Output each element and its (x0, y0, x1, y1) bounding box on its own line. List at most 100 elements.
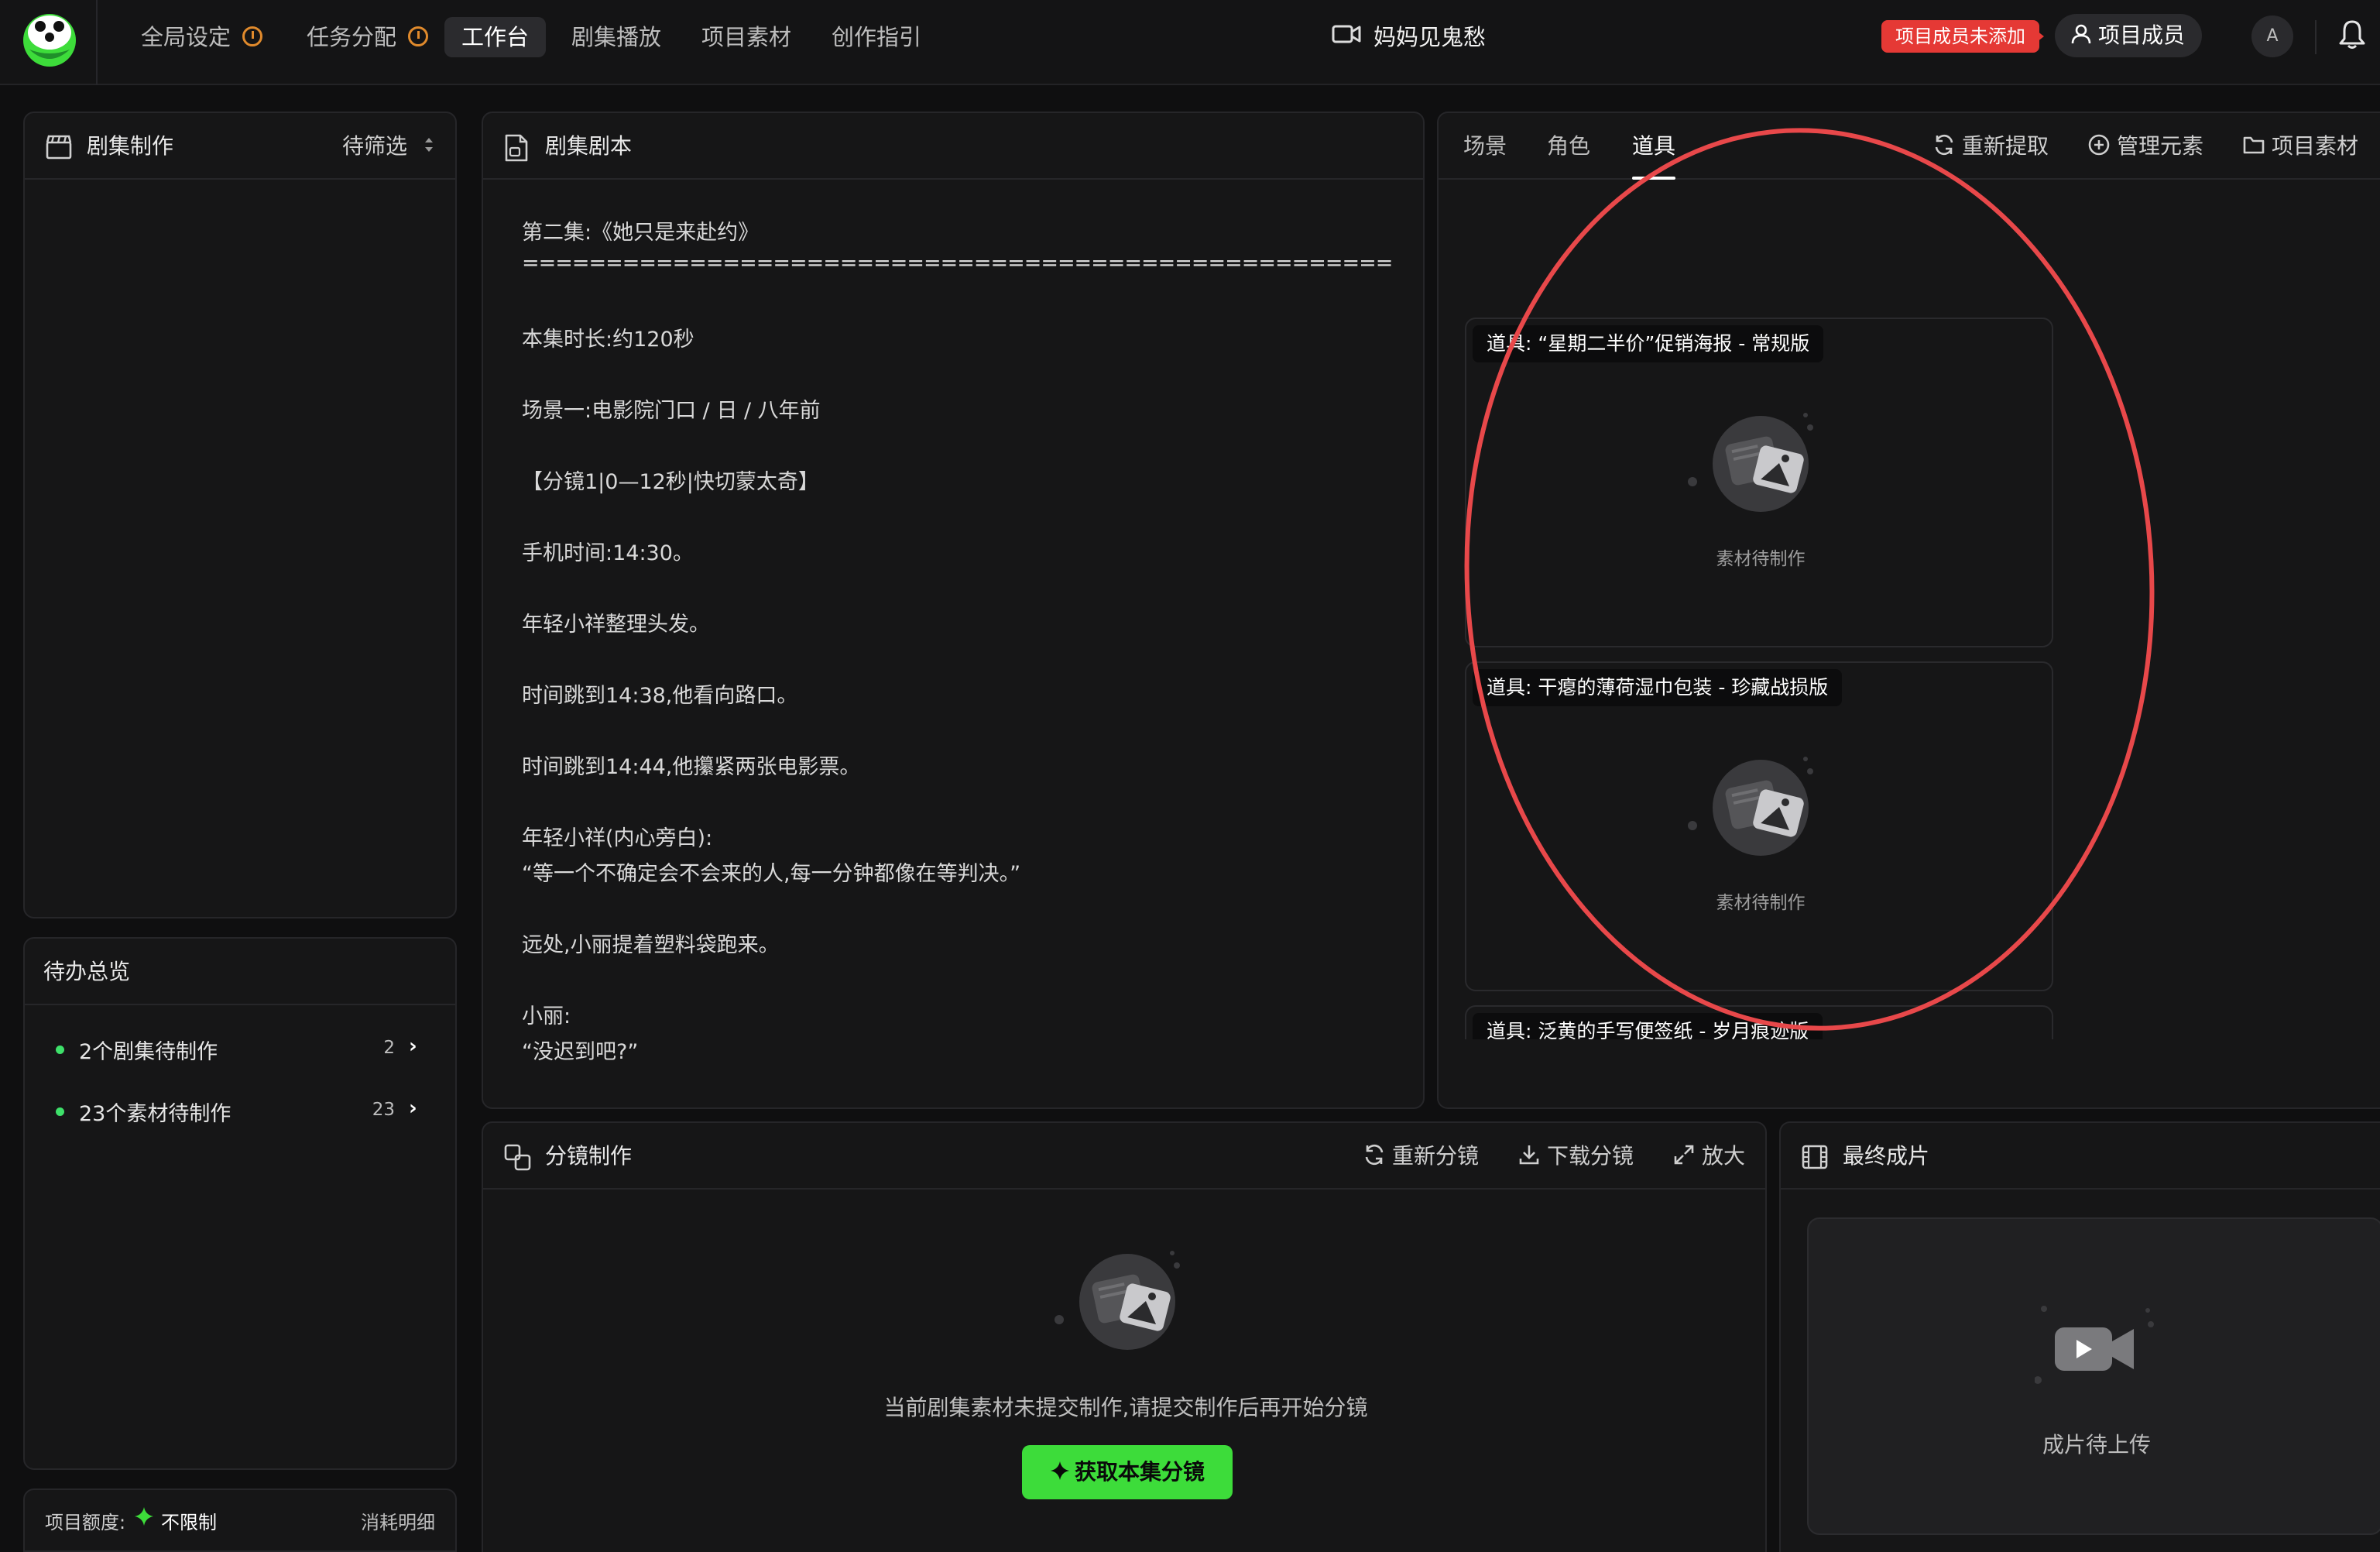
prop-label: 道具: 干瘪的薄荷湿巾包装 - 珍藏战损版 (1473, 669, 1843, 706)
nav-episode-playback-label: 剧集播放 (571, 24, 662, 50)
project-members-label: 项目成员 (2098, 22, 2186, 48)
storyboard-empty-message: 当前剧集素材未提交制作,请提交制作后再开始分镜 (883, 1395, 1368, 1420)
logo-divider (96, 0, 98, 85)
tab-prop[interactable]: 道具 (1632, 130, 1675, 163)
storyboard-panel-title: 分镜制作 (545, 1143, 633, 1169)
zoom-storyboard-label: 放大 (1702, 1143, 1746, 1169)
script-line: 第二集:《她只是来赴约》 (522, 221, 760, 245)
clapperboard-icon (46, 135, 72, 160)
video-placeholder-icon (2035, 1306, 2154, 1384)
redo-storyboard-label: 重新分镜 (1392, 1143, 1480, 1169)
todo-panel-title: 待办总览 (43, 959, 131, 984)
nav-creation-guide-label: 创作指引 (832, 24, 922, 50)
project-assets-button[interactable]: 项目素材 (2242, 130, 2358, 163)
final-video-upload-area[interactable]: 成片待上传 (1807, 1217, 2380, 1535)
download-storyboard-button[interactable]: 下载分镜 (1518, 1140, 1634, 1173)
prop-label: 道具: “星期二半价”促销海报 - 常规版 (1473, 325, 1824, 362)
nav-task-assignment[interactable]: 任务分配 (290, 17, 445, 57)
episodes-panel: 剧集制作 待筛选 (23, 112, 457, 918)
nav-project-assets[interactable]: 项目素材 (684, 17, 808, 57)
prop-card[interactable]: 道具: 干瘪的薄荷湿巾包装 - 珍藏战损版 素材待制作 (1465, 661, 2053, 991)
plus-circle-icon (2088, 134, 2110, 156)
refresh-icon (1365, 1144, 1384, 1166)
todo-panel-header: 待办总览 (25, 939, 455, 1005)
project-quota-bar: 项目额度: 不限制 消耗明细 (23, 1488, 457, 1552)
episodes-panel-header: 剧集制作 待筛选 (25, 113, 455, 180)
prop-card[interactable]: 道具: “星期二半价”促销海报 - 常规版 素材待制作 (1465, 318, 2053, 647)
notification-bell-icon[interactable] (2338, 19, 2366, 53)
final-video-status: 成片待上传 (2042, 1432, 2151, 1458)
user-icon (2071, 24, 2091, 44)
project-title: 妈妈见鬼愁 (1332, 20, 1486, 54)
final-video-panel: 最终成片 成片待上传 (1779, 1121, 2380, 1552)
get-storyboard-label: 获取本集分镜 (1074, 1459, 1205, 1485)
chevron-right-icon: › (409, 1035, 417, 1058)
todo-item-assets[interactable]: 23个素材待制作 23 › (25, 1087, 455, 1134)
script-line: 时间跳到14:44,他攥紧两张电影票。 (522, 755, 861, 779)
episode-filter-select[interactable]: 待筛选 (342, 130, 436, 163)
chevron-right-icon: › (409, 1097, 417, 1120)
prop-label: 道具: 泛黄的手写便签纸 - 岁月痕迹版 (1473, 1013, 1823, 1039)
tab-scene[interactable]: 场景 (1463, 130, 1507, 163)
script-line: 远处,小丽提着塑料袋跑来。 (522, 933, 780, 957)
project-members-button[interactable]: 项目成员 (2055, 14, 2203, 57)
redo-storyboard-button[interactable]: 重新分镜 (1363, 1140, 1479, 1173)
nav-global-settings[interactable]: 全局设定 (124, 17, 279, 57)
download-storyboard-label: 下载分镜 (1547, 1143, 1634, 1169)
image-placeholder-icon (1055, 1251, 1180, 1350)
todo-overview-panel: 待办总览 2个剧集待制作 2 › 23个素材待制作 23 › (23, 937, 457, 1470)
status-dot (56, 1107, 64, 1116)
script-line: 本集时长:约120秒 (522, 328, 694, 352)
top-bar: 全局设定 任务分配 工作台 剧集播放 项目素材 创作指引 妈妈见鬼愁 项目成员未… (0, 0, 2380, 85)
quota-detail-link[interactable]: 消耗明细 (361, 1507, 435, 1534)
manage-elements-button[interactable]: 管理元素 (2087, 130, 2203, 163)
nav-task-assignment-label: 任务分配 (307, 24, 397, 50)
re-extract-button[interactable]: 重新提取 (1932, 130, 2049, 163)
script-line: 【分镜1|0—12秒|快切蒙太奇】 (522, 470, 819, 494)
project-assets-label: 项目素材 (2272, 133, 2359, 159)
script-line: “等一个不确定会不会来的人,每一分钟都像在等判决。” (522, 862, 1021, 886)
expand-icon (1674, 1145, 1694, 1165)
film-icon (1802, 1145, 1828, 1169)
status-dot (56, 1046, 64, 1054)
clock-icon (408, 26, 429, 46)
storyboard-panel-header: 分镜制作 重新分镜 下载分镜 放大 (483, 1123, 1765, 1190)
script-panel-header: 剧集剧本 (483, 113, 1423, 180)
prop-status: 素材待制作 (1716, 549, 1806, 569)
prop-card[interactable]: 道具: 泛黄的手写便签纸 - 岁月痕迹版 (1465, 1005, 2053, 1039)
script-line: 时间跳到14:38,他看向路口。 (522, 684, 798, 708)
storyboard-icon (504, 1144, 531, 1171)
user-avatar[interactable]: A (2251, 15, 2293, 57)
folder-icon (2243, 136, 2265, 154)
script-line: 年轻小祥整理头发。 (522, 613, 710, 637)
prop-list: 道具: “星期二半价”促销海报 - 常规版 素材待制作 道具: 干瘪的薄荷湿巾包… (1439, 180, 2380, 1039)
todo-item-label: 23个素材待制作 (79, 1102, 231, 1126)
member-warning-badge: 项目成员未添加 (1881, 20, 2039, 53)
nav-global-settings-label: 全局设定 (141, 24, 231, 50)
re-extract-label: 重新提取 (1962, 133, 2049, 159)
image-placeholder-icon (1688, 757, 1813, 856)
storyboard-panel: 分镜制作 重新分镜 下载分镜 放大 当前剧集素材未提交制作,请提交制作后再开始分… (482, 1121, 1767, 1552)
manage-elements-label: 管理元素 (2117, 133, 2204, 159)
script-line: 手机时间:14:30。 (522, 541, 694, 565)
image-placeholder-icon (1688, 413, 1813, 512)
clock-icon (242, 26, 263, 46)
script-line: 场景一:电影院门口 / 日 / 八年前 (522, 399, 821, 423)
app-logo[interactable] (19, 9, 81, 71)
download-icon (1519, 1145, 1539, 1165)
script-line: 小丽: (522, 1004, 571, 1028)
tab-character[interactable]: 角色 (1547, 130, 1590, 163)
todo-item-count: 23 (372, 1100, 395, 1120)
document-icon (505, 134, 528, 162)
get-storyboard-button[interactable]: 获取本集分镜 (1022, 1445, 1233, 1499)
script-panel-title: 剧集剧本 (545, 133, 633, 159)
todo-item-episodes[interactable]: 2个剧集待制作 2 › (25, 1025, 455, 1072)
nav-episode-playback[interactable]: 剧集播放 (554, 17, 678, 57)
nav-creation-guide[interactable]: 创作指引 (814, 17, 938, 57)
zoom-storyboard-button[interactable]: 放大 (1672, 1140, 1745, 1173)
nav-workbench[interactable]: 工作台 (444, 17, 547, 57)
nav-workbench-label: 工作台 (461, 24, 530, 50)
episode-filter-label: 待筛选 (342, 133, 408, 159)
quota-value: 不限制 (161, 1512, 217, 1533)
badge-pointer-icon (2033, 28, 2044, 45)
